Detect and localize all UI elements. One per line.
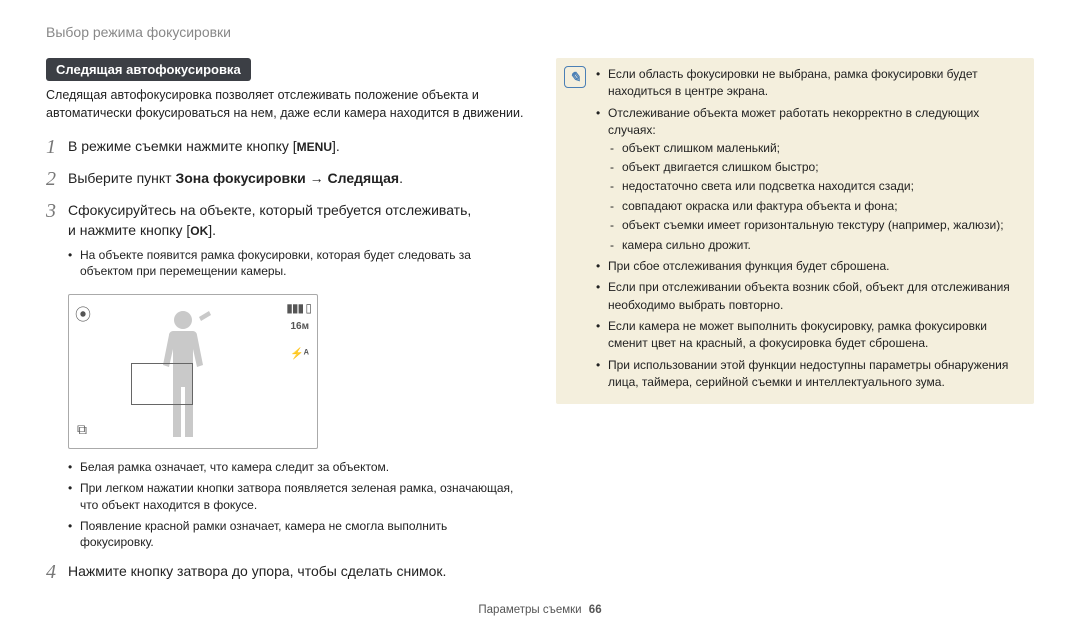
note-icon: ✎	[564, 66, 586, 88]
ok-icon: OK	[190, 223, 208, 240]
after-preview-bullets: Белая рамка означает, что камера следит …	[68, 459, 524, 551]
dash-item: объект съемки имеет горизонтальную текст…	[608, 217, 1020, 234]
steps-list-cont: 4 Нажмите кнопку затвора до упора, чтобы…	[46, 561, 524, 583]
text: ].	[208, 222, 216, 238]
battery-icon: ▮▮▮ ▯	[286, 301, 311, 315]
note-item: Если при отслеживании объекта возник сбо…	[596, 279, 1020, 314]
step-number: 1	[46, 136, 68, 158]
section-pill: Следящая автофокусировка	[46, 58, 251, 81]
resolution-icon: 16ᴍ	[290, 321, 309, 332]
step-4: 4 Нажмите кнопку затвора до упора, чтобы…	[46, 561, 524, 583]
text: Отслеживание объекта может работать неко…	[608, 106, 979, 137]
text: →	[306, 170, 328, 186]
menu-icon: MENU	[297, 139, 332, 156]
left-column: Следящая автофокусировка Следящая автофо…	[46, 58, 524, 593]
steps-list: 1 В режиме съемки нажмите кнопку [MENU].…	[46, 136, 524, 284]
note-list: Если область фокусировки не выбрана, рам…	[596, 66, 1020, 392]
step-number: 2	[46, 168, 68, 190]
sub-bullets: На объекте появится рамка фокусировки, к…	[68, 247, 524, 281]
note-item: При сбое отслеживания функция будет сбро…	[596, 258, 1020, 275]
right-column: ✎ Если область фокусировки не выбрана, р…	[556, 58, 1034, 593]
bullet: При легком нажатии кнопки затвора появля…	[68, 480, 524, 514]
step-text: Нажмите кнопку затвора до упора, чтобы с…	[68, 561, 524, 581]
note-item: При использовании этой функции недоступн…	[596, 357, 1020, 392]
camera-preview-illustration: ⦿ ▮▮▮ ▯ 16ᴍ ⚡ᴬ ⧉	[68, 294, 318, 449]
text: Выберите пункт	[68, 170, 175, 186]
step-text: Выберите пункт Зона фокусировки → Следящ…	[68, 168, 524, 188]
text: В режиме съемки нажмите кнопку [	[68, 138, 297, 154]
page-number: 66	[589, 604, 602, 616]
dash-list: объект слишком маленький; объект двигает…	[608, 140, 1020, 254]
note-item: Если область фокусировки не выбрана, рам…	[596, 66, 1020, 101]
dash-item: совпадают окраска или фактура объекта и …	[608, 198, 1020, 215]
note-box: ✎ Если область фокусировки не выбрана, р…	[556, 58, 1034, 404]
step-3: 3 Сфокусируйтесь на объекте, который тре…	[46, 200, 524, 284]
bullet: Белая рамка означает, что камера следит …	[68, 459, 524, 476]
note-item: Если камера не может выполнить фокусиров…	[596, 318, 1020, 353]
step-text: Сфокусируйтесь на объекте, который требу…	[68, 200, 524, 284]
step-text: В режиме съемки нажмите кнопку [MENU].	[68, 136, 524, 156]
dash-item: недостаточно света или подсветка находит…	[608, 178, 1020, 195]
step-number: 3	[46, 200, 68, 222]
text: и нажмите кнопку [	[68, 222, 190, 238]
step-1: 1 В режиме съемки нажмите кнопку [MENU].	[46, 136, 524, 158]
text: .	[399, 170, 403, 186]
text-line: Сфокусируйтесь на объекте, который требу…	[68, 200, 524, 220]
content-columns: Следящая автофокусировка Следящая автофо…	[46, 58, 1034, 593]
bold-text: Следящая	[328, 170, 400, 186]
dash-item: объект слишком маленький;	[608, 140, 1020, 157]
mode-icon: ⦿	[75, 301, 91, 325]
bullet: Появление красной рамки означает, камера…	[68, 518, 524, 552]
bold-text: Зона фокусировки	[175, 170, 305, 186]
page-footer: Параметры съемки 66	[0, 604, 1080, 616]
intro-paragraph: Следящая автофокусировка позволяет отсле…	[46, 87, 524, 122]
page-header: Выбор режима фокусировки	[46, 24, 1034, 40]
dash-item: камера сильно дрожит.	[608, 237, 1020, 254]
flash-icon: ⚡ᴬ	[290, 347, 309, 360]
overlap-icon: ⧉	[77, 421, 87, 438]
step-2: 2 Выберите пункт Зона фокусировки → След…	[46, 168, 524, 190]
text-line: и нажмите кнопку [OK].	[68, 220, 524, 240]
text: ].	[332, 138, 340, 154]
step-number: 4	[46, 561, 68, 583]
note-item: Отслеживание объекта может работать неко…	[596, 105, 1020, 254]
focus-rectangle	[131, 363, 193, 405]
bullet: На объекте появится рамка фокусировки, к…	[68, 247, 524, 281]
footer-section: Параметры съемки	[478, 604, 581, 616]
dash-item: объект двигается слишком быстро;	[608, 159, 1020, 176]
